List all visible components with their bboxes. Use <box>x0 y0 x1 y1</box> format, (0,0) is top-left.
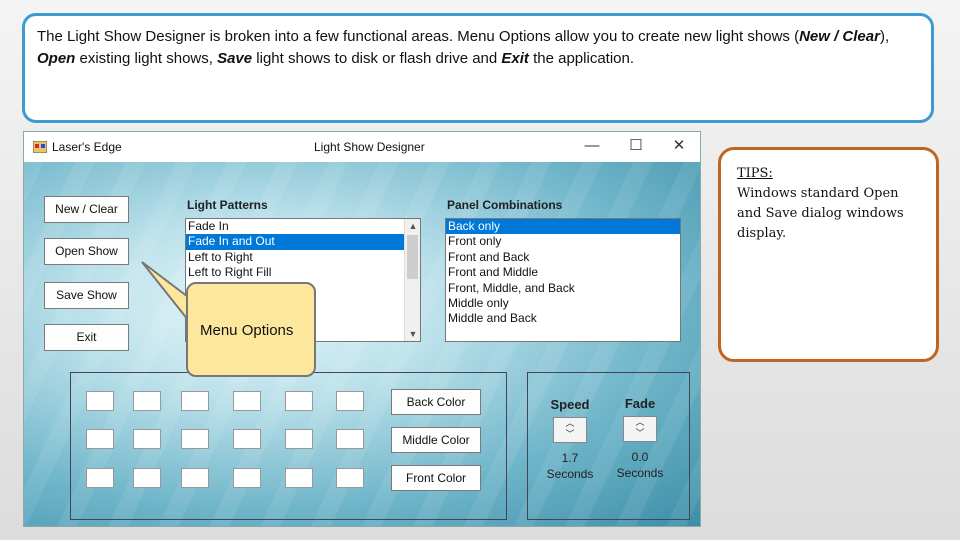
callout-text: Menu Options <box>200 322 294 339</box>
menu-options-callout: Menu Options <box>186 282 316 377</box>
callout-pointer <box>141 261 193 328</box>
